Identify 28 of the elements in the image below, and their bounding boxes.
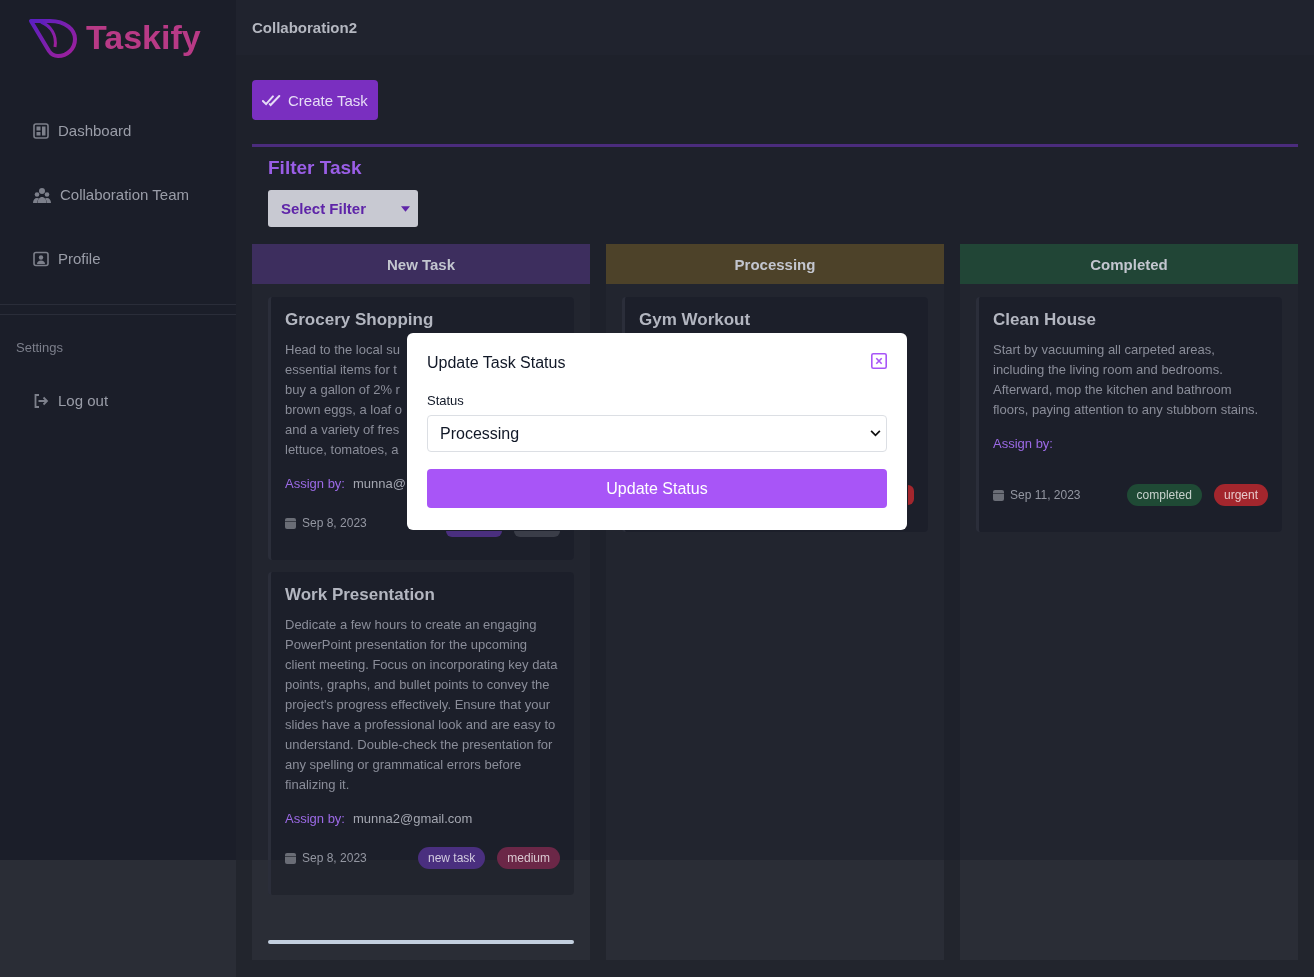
assignee-email: munna2@gmail.com [353, 810, 473, 828]
column-header: Completed [960, 244, 1298, 284]
task-tag: urgent [1213, 484, 1268, 506]
modal-title: Update Task Status [427, 353, 566, 373]
task-tag: completed [1126, 484, 1202, 506]
section-label: Settings [16, 340, 63, 356]
due-date: Sep 8, 2023 [302, 516, 367, 530]
card-description: Start by vacuuming all carpeted areas, including the living room and bedrooms. Afterward, mop the kitchen and bathroom floors, paying attention to any stubborn stains. [993, 341, 1260, 419]
card-title: Work Presentation [285, 585, 435, 605]
due-date: Sep 11, 2023 [1010, 488, 1081, 502]
column-header: New Task [252, 244, 590, 284]
page-title: Collaboration2 [252, 19, 357, 36]
card-title: Clean House [993, 310, 1096, 330]
assign-label: Assign by: [285, 475, 345, 493]
assign-label: Assign by: [993, 435, 1053, 453]
card-description: Head to the local su essential items for t buy a gallon of 2% r brown eggs, a loaf o and a variety of fres lettuce, tomatoes, a [285, 341, 403, 459]
card-title: Gym Workout [639, 310, 751, 330]
logo-text: Taskify [86, 17, 201, 58]
card-description: Dedicate a few hours to create an engaging PowerPoint presentation for the upcoming client meeting. Focus on incorporating key data points, graphs, and bullet points to convey the project's progress effectively. Ensure that your slides have a professional look and are easy to understand. Double-check the presentation for any spelling or grammatical errors before finalizing it. [285, 616, 559, 794]
task-tag: medium [497, 847, 560, 869]
field-label: Status [427, 393, 464, 409]
column-header: Processing [606, 244, 944, 284]
assignee-email: munna@ [353, 475, 406, 493]
task-tag: new task [417, 847, 486, 869]
card-title: Grocery Shopping [285, 310, 434, 330]
due-date: Sep 8, 2023 [302, 851, 367, 865]
assign-label: Assign by: [285, 810, 345, 828]
filter-title: Filter Task [268, 157, 362, 179]
